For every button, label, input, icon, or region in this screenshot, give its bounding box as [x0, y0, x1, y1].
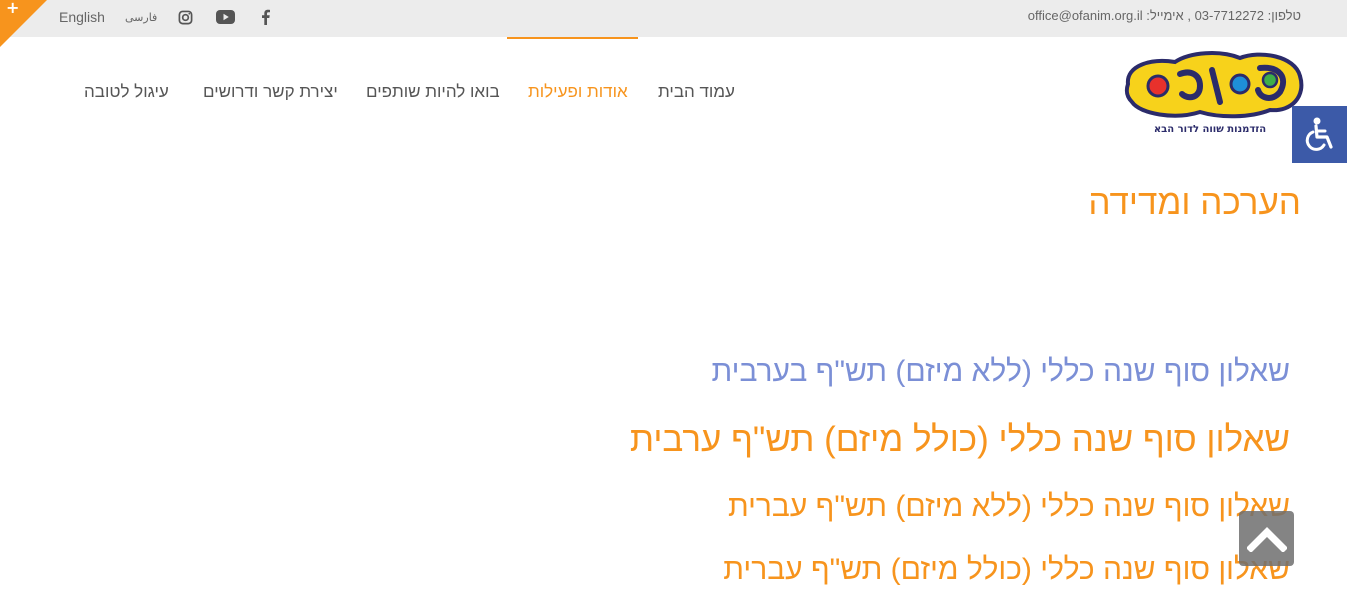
contact-info: טלפון: 03-7712272 , אימייל: office@ofani… [1027, 8, 1301, 23]
questionnaire-link[interactable]: שאלון סוף שנה כללי (כולל מיזם) תש"ף ערבי… [630, 420, 1290, 460]
questionnaire-link[interactable]: שאלון סוף שנה כללי (כולל מיזם) תש"ף עברי… [723, 553, 1290, 587]
nav-active-indicator [507, 37, 638, 39]
nav-item-round-up[interactable]: עיגול לטובה [84, 82, 169, 102]
accessibility-button[interactable] [1292, 106, 1347, 163]
nav-item-about[interactable]: אודות ופעילות [528, 82, 628, 102]
language-farsi-link[interactable]: فارسی [125, 11, 157, 24]
page-title: הערכה ומדידה [1088, 183, 1301, 222]
wheelchair-icon [1305, 117, 1333, 151]
language-english-link[interactable]: English [59, 9, 105, 25]
youtube-icon[interactable] [215, 7, 235, 27]
instagram-icon[interactable] [175, 7, 195, 27]
scroll-to-top-button[interactable] [1239, 511, 1294, 566]
questionnaire-link[interactable]: שאלון סוף שנה כללי (ללא מיזם) תש"ף בערבי… [712, 355, 1290, 389]
plus-icon[interactable]: + [6, 0, 19, 17]
questionnaire-link[interactable]: שאלון סוף שנה כללי (ללא מיזם) תש"ף עברית [728, 490, 1290, 524]
logo-tagline: הזדמנות שווה לדור הבא [1153, 124, 1267, 135]
nav-item-partners[interactable]: בואו להיות שותפים [366, 82, 500, 102]
nav-item-home[interactable]: עמוד הבית [658, 82, 735, 102]
chevron-up-icon [1246, 526, 1287, 552]
facebook-icon[interactable] [255, 7, 275, 27]
nav-item-contact[interactable]: יצירת קשר ודרושים [203, 82, 338, 102]
